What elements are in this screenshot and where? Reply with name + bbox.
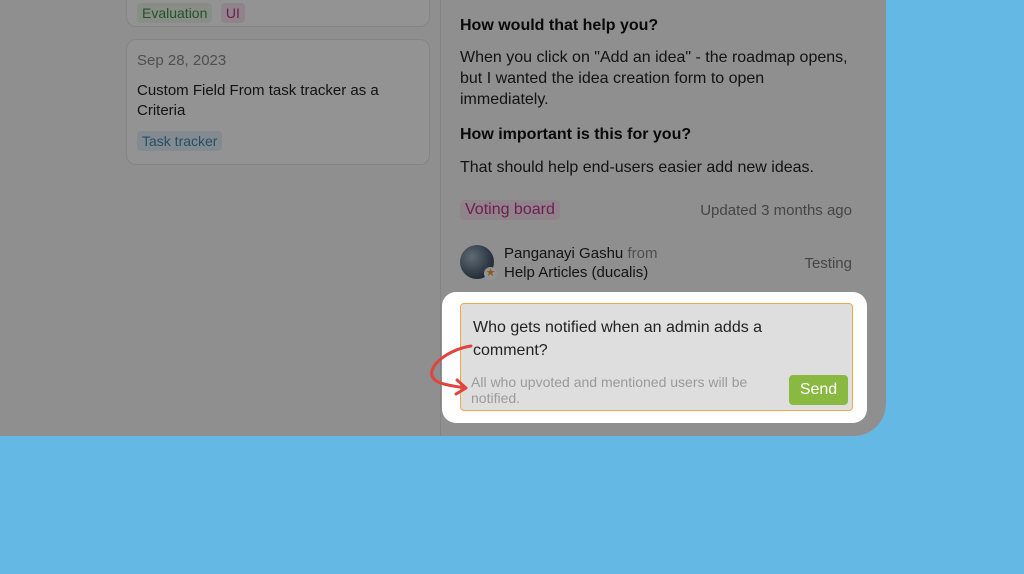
curved-arrow-icon — [430, 344, 473, 396]
send-button[interactable]: Send — [789, 375, 848, 405]
notify-hint: All who upvoted and mentioned users will… — [471, 374, 748, 406]
comment-highlight: Who gets notified when an admin adds a c… — [442, 292, 867, 423]
comment-text[interactable]: Who gets notified when an admin adds a c… — [473, 316, 833, 362]
comment-input[interactable]: Who gets notified when an admin adds a c… — [460, 303, 853, 411]
